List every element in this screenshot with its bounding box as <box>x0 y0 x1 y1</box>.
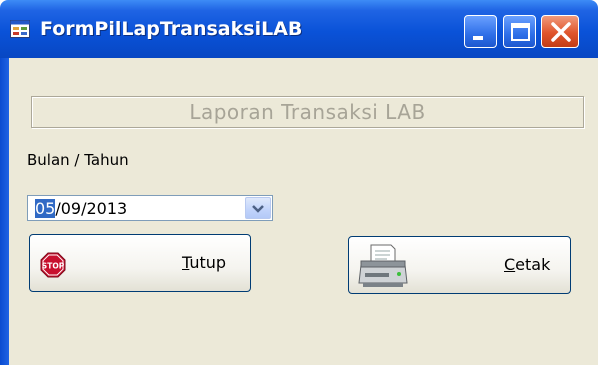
close-icon <box>551 22 571 42</box>
window-frame-left <box>0 58 9 365</box>
date-picker[interactable]: 05/09/2013 <box>27 195 273 221</box>
tutup-label: Tutup <box>182 253 227 272</box>
date-rest: /09/2013 <box>55 199 128 218</box>
title-bar[interactable]: FormPilLapTransaksiLAB <box>0 0 598 58</box>
printer-icon <box>358 244 408 287</box>
form-window: FormPilLapTransaksiLAB Laporan Transaksi… <box>0 0 598 365</box>
report-title: Laporan Transaksi LAB <box>189 100 426 124</box>
cetak-label: Cetak <box>504 255 551 274</box>
form-app-icon <box>10 20 30 38</box>
close-button[interactable] <box>541 15 579 48</box>
date-value[interactable]: 05/09/2013 <box>35 198 127 219</box>
cetak-button[interactable]: Cetak <box>348 236 571 294</box>
window-title: FormPilLapTransaksiLAB <box>40 18 303 40</box>
client-area: Laporan Transaksi LAB Bulan / Tahun 05/0… <box>9 58 598 365</box>
date-dropdown-button[interactable] <box>245 197 271 219</box>
stop-sign-icon: STOP <box>40 252 66 278</box>
date-selected-segment[interactable]: 05 <box>35 199 56 218</box>
report-group-box: Laporan Transaksi LAB <box>31 96 584 128</box>
maximize-button[interactable] <box>503 15 536 48</box>
maximize-icon <box>511 23 530 41</box>
period-label: Bulan / Tahun <box>27 151 129 169</box>
tutup-button[interactable]: STOP Tutup <box>29 234 251 292</box>
minimize-button[interactable] <box>464 15 497 48</box>
minimize-icon <box>473 36 483 40</box>
svg-text:STOP: STOP <box>42 262 65 271</box>
chevron-down-icon <box>252 205 264 213</box>
